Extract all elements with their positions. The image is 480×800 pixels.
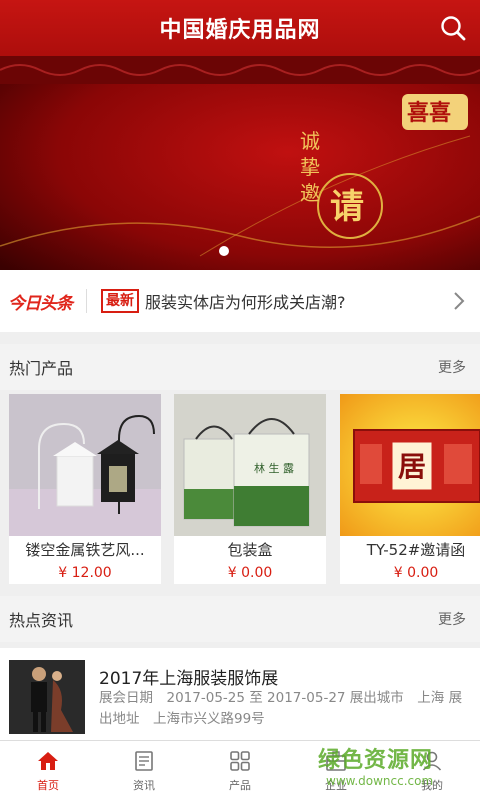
headline-bar[interactable]: 今日头条 最新 服装实体店为何形成关店潮? bbox=[0, 270, 480, 332]
banner-text-3: 邀 bbox=[300, 181, 320, 205]
banner-image: 诚 挚 邀 请 喜喜 bbox=[0, 56, 480, 270]
news-icon bbox=[135, 750, 153, 771]
carousel-dot-active[interactable] bbox=[219, 246, 229, 256]
product-list: 镂空金属铁艺风... ¥ 12.00 林 生 露 包装盒 ¥ 0.00 居 TY… bbox=[0, 390, 480, 590]
tab-label: 产品 bbox=[229, 778, 251, 792]
banner-text-1: 诚 bbox=[300, 129, 320, 153]
banner-text-main: 请 bbox=[330, 187, 364, 227]
tab-label: 资讯 bbox=[133, 778, 155, 792]
new-badge: 最新 bbox=[101, 289, 139, 313]
carousel-indicator bbox=[219, 246, 229, 256]
tab-products[interactable]: 产品 bbox=[192, 741, 288, 800]
more-link[interactable]: 更多 bbox=[438, 609, 466, 629]
app-title: 中国婚庆用品网 bbox=[159, 18, 321, 43]
chevron-right-icon[interactable] bbox=[448, 290, 470, 312]
section-title: 热门产品 bbox=[9, 359, 74, 378]
tab-label: 首页 bbox=[37, 778, 59, 792]
home-icon bbox=[38, 751, 58, 770]
product-price: ¥ 0.00 bbox=[393, 565, 439, 581]
product-name: 镂空金属铁艺风... bbox=[25, 541, 145, 559]
tab-company[interactable]: 企业 bbox=[288, 741, 384, 800]
banner-carousel[interactable]: 诚 挚 邀 请 喜喜 bbox=[0, 56, 480, 270]
news-item[interactable]: 2017年上海服装服饰展 展会日期 2017-05-25 至 2017-05-2… bbox=[0, 648, 480, 740]
more-link[interactable]: 更多 bbox=[438, 357, 466, 377]
hot-news-header: 热点资讯 更多 bbox=[0, 596, 480, 642]
hot-news-section: 热点资讯 更多 bbox=[0, 596, 480, 642]
product-price: ¥ 0.00 bbox=[227, 565, 273, 581]
tab-mine[interactable]: 我的 bbox=[384, 741, 480, 800]
company-icon bbox=[326, 750, 346, 771]
svg-text:林 生 露: 林 生 露 bbox=[254, 461, 294, 475]
section-title: 热点资讯 bbox=[9, 611, 74, 630]
news-thumbnail bbox=[9, 660, 85, 734]
banner-text-2: 挚 bbox=[300, 155, 320, 179]
product-card[interactable]: 林 生 露 包装盒 ¥ 0.00 bbox=[174, 394, 326, 584]
product-image bbox=[9, 394, 161, 536]
tab-label: 我的 bbox=[421, 778, 443, 792]
product-card[interactable]: 居 TY-52#邀请函 ¥ 0.00 bbox=[340, 394, 480, 584]
top-bar: 中国婚庆用品网 bbox=[0, 0, 480, 56]
news-description: 展会日期 2017-05-25 至 2017-05-27 展出城市 上海 展出地… bbox=[99, 690, 463, 727]
search-icon[interactable] bbox=[438, 13, 468, 43]
news-title: 2017年上海服装服饰展 bbox=[99, 669, 279, 689]
product-card[interactable]: 镂空金属铁艺风... ¥ 12.00 bbox=[9, 394, 161, 584]
product-name: TY-52#邀请函 bbox=[366, 541, 466, 559]
product-image: 林 生 露 bbox=[174, 394, 326, 536]
tab-home[interactable]: 首页 bbox=[0, 741, 96, 800]
user-icon bbox=[422, 751, 442, 771]
grid-icon bbox=[230, 750, 250, 771]
divider bbox=[86, 289, 87, 313]
hot-products-section: 热门产品 更多 bbox=[0, 344, 480, 390]
banner-double-happiness: 喜喜 bbox=[407, 100, 451, 126]
bottom-tab-bar: 首页 资讯 产品 企业 我的 bbox=[0, 740, 480, 800]
hot-products-header: 热门产品 更多 bbox=[0, 344, 480, 390]
tab-news[interactable]: 资讯 bbox=[96, 741, 192, 800]
product-name: 包装盒 bbox=[227, 541, 273, 559]
headline-logo: 今日头条 bbox=[8, 293, 73, 314]
product-image: 居 bbox=[340, 394, 480, 536]
svg-text:居: 居 bbox=[398, 450, 426, 483]
tab-label: 企业 bbox=[325, 778, 347, 792]
product-price: ¥ 12.00 bbox=[58, 565, 112, 581]
headline-text[interactable]: 服装实体店为何形成关店潮? bbox=[145, 289, 448, 313]
